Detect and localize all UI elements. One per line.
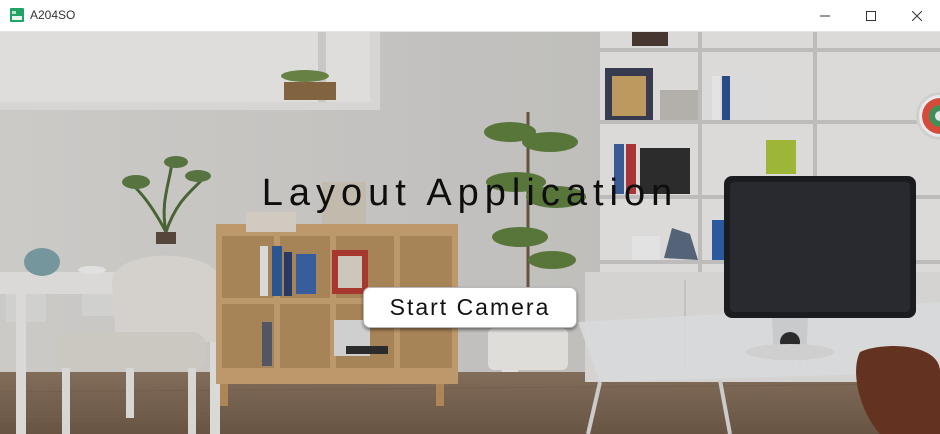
app-window: A204SO Layout Application Start Camera <box>0 0 940 434</box>
maximize-icon <box>866 10 876 21</box>
title-bar[interactable]: A204SO <box>0 0 940 32</box>
minimize-icon <box>820 15 830 16</box>
main-content: Layout Application Start Camera <box>0 32 940 434</box>
avatar-icon <box>922 98 940 134</box>
close-button[interactable] <box>894 0 940 31</box>
background-image <box>0 32 940 434</box>
maximize-button[interactable] <box>848 0 894 31</box>
window-title: A204SO <box>30 8 76 22</box>
start-camera-button[interactable]: Start Camera <box>363 287 577 328</box>
minimize-button[interactable] <box>802 0 848 31</box>
page-headline: Layout Application <box>261 172 679 214</box>
app-icon <box>10 8 24 22</box>
close-icon <box>912 10 922 21</box>
